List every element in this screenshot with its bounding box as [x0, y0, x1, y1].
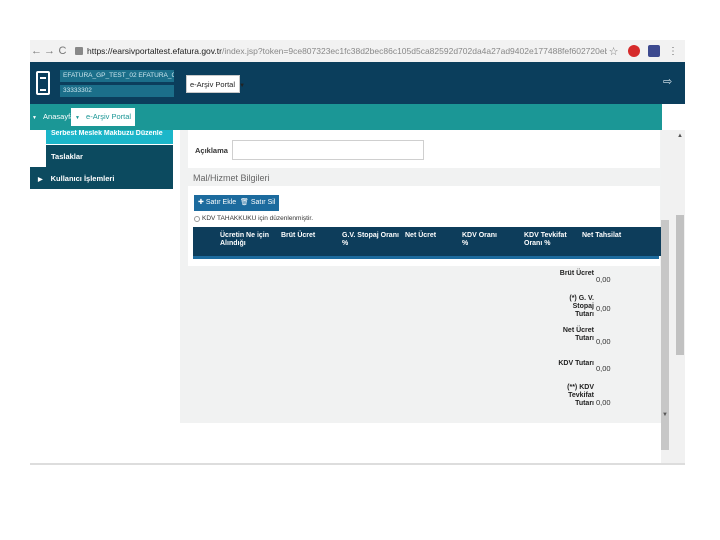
col-gross-header: Brüt Ücret [281, 232, 316, 239]
sidebar-item-drafts[interactable]: Taslaklar [46, 145, 173, 167]
page-scrollbar[interactable]: ▲ ▼ [661, 130, 685, 463]
menu-kebab-icon[interactable]: ⋮ [668, 46, 678, 57]
total-kdv-tevkifat-value: 0,00 [596, 398, 611, 407]
tab-bar: ▼ Anasayfa ▼ e-Arşiv Portal [30, 104, 662, 130]
col-kdv-rate-header: KDV Oranı % [462, 232, 498, 247]
scrollbar-thumb[interactable] [676, 215, 684, 355]
total-stopaj-label: (*) G. V. Stopaj Tutarı [569, 295, 594, 318]
reload-icon[interactable]: C [56, 45, 69, 57]
chevron-right-icon: ▶ [38, 177, 43, 183]
col-stopaj-header: G.V. Stopaj Oranı % [342, 232, 399, 247]
total-gross-value: 0,00 [596, 275, 611, 284]
lock-icon [75, 47, 83, 55]
total-kdv-tevkifat-label: (**) KDV Tevkifat Tutarı [567, 384, 594, 407]
url-path: /index.jsp?token=9ce807323ec1fc38d2bec86… [221, 46, 607, 56]
col-net-header: Net Ücret [405, 232, 437, 239]
tab-home[interactable]: ▼ Anasayfa [32, 108, 74, 126]
sidebar: Serbest Meslek Makbuzu Düzenle Taslaklar… [30, 130, 173, 189]
total-kdv-label: KDV Tutarı [558, 360, 594, 367]
portal-select-value: e-Arşiv Portal [190, 80, 236, 89]
forward-arrow-icon[interactable]: → [43, 45, 56, 57]
main-content: Açıklama Mal/Hizmet Bilgileri ✚ Satır Ek… [180, 130, 670, 423]
items-card: ✚ Satır Ekle 🗑 Satır Sil KDV TAHAKKUKU i… [188, 186, 670, 266]
add-row-button[interactable]: ✚ Satır Ekle [194, 195, 241, 211]
app-header: EFATURA_GP_TEST_02 EFATURA_GP_TEST_02 33… [30, 62, 685, 104]
user-id-box: 33333302 [60, 85, 174, 97]
user-name-box: EFATURA_GP_TEST_02 EFATURA_GP_TEST_02 [60, 70, 174, 82]
browser-toolbar: ← → C https://earsivportaltest.efatura.g… [30, 40, 685, 62]
sidebar-item-user-operations[interactable]: ▶ Kullanıcı İşlemleri [30, 167, 173, 189]
tab-portal-label: e-Arşiv Portal [86, 112, 132, 121]
table-body-strip [193, 256, 659, 259]
address-bar[interactable]: https://earsivportaltest.efatura.gov.tr/… [87, 46, 607, 56]
tab-earsiv-portal[interactable]: ▼ e-Arşiv Portal [71, 108, 136, 126]
scroll-up-icon[interactable]: ▲ [677, 133, 683, 139]
bottom-divider [30, 463, 685, 465]
portal-select[interactable]: e-Arşiv Portal ▼ [186, 75, 245, 93]
logout-icon[interactable]: ⇨ [663, 76, 675, 88]
description-input[interactable] [232, 140, 424, 160]
sidebar-item-smm-create[interactable]: Serbest Meslek Makbuzu Düzenle [46, 130, 173, 144]
tab-home-label: Anasayfa [43, 112, 75, 121]
bookmark-star-icon[interactable]: ☆ [607, 45, 620, 58]
section-title: Mal/Hizmet Bilgileri [193, 173, 270, 183]
extension-icon[interactable] [628, 45, 640, 57]
chevron-down-icon: ▼ [239, 83, 246, 89]
items-table-header: Ücretin Ne için Alındığı Brüt Ücret G.V.… [193, 227, 476, 256]
total-gross-label: Brüt Ücret [559, 270, 594, 277]
caret-down-icon: ▼ [32, 115, 37, 121]
total-kdv-value: 0,00 [596, 364, 611, 373]
total-stopaj-value: 0,00 [596, 304, 611, 313]
delete-row-label: Satır Sil [250, 199, 276, 206]
scroll-down-icon[interactable]: ▼ [662, 412, 668, 418]
delete-row-button[interactable]: 🗑 Satır Sil [236, 195, 280, 211]
document-logo-icon [36, 71, 50, 95]
description-card: Açıklama [188, 130, 660, 168]
total-net-value: 0,00 [596, 337, 611, 346]
kdv-checkbox-label: KDV TAHAKKUKU için düzenlenmiştir. [202, 215, 314, 222]
caret-down-icon: ▼ [75, 115, 80, 121]
total-net-label: Net Ücret Tutarı [562, 327, 594, 342]
col-kdv-tevkifat-header: KDV Tevkifat Oranı % [524, 232, 567, 247]
items-table-header-right: KDV Oranı % KDV Tevkifat Oranı % Net Tah… [462, 227, 670, 256]
plus-icon: ✚ [198, 199, 204, 206]
col-net-tahsilat-header: Net Tahsilat [582, 232, 622, 239]
profile-icon[interactable] [648, 45, 660, 57]
col-description-header: Ücretin Ne için Alındığı [220, 232, 270, 247]
back-arrow-icon[interactable]: ← [30, 45, 43, 57]
add-row-label: Satır Ekle [205, 199, 237, 206]
kdv-checkbox[interactable] [194, 216, 200, 222]
trash-icon: 🗑 [240, 199, 249, 206]
sidebar-item-label: Kullanıcı İşlemleri [50, 174, 115, 183]
description-label: Açıklama [195, 146, 228, 155]
url-host: https://earsivportaltest.efatura.gov.tr [87, 46, 222, 56]
